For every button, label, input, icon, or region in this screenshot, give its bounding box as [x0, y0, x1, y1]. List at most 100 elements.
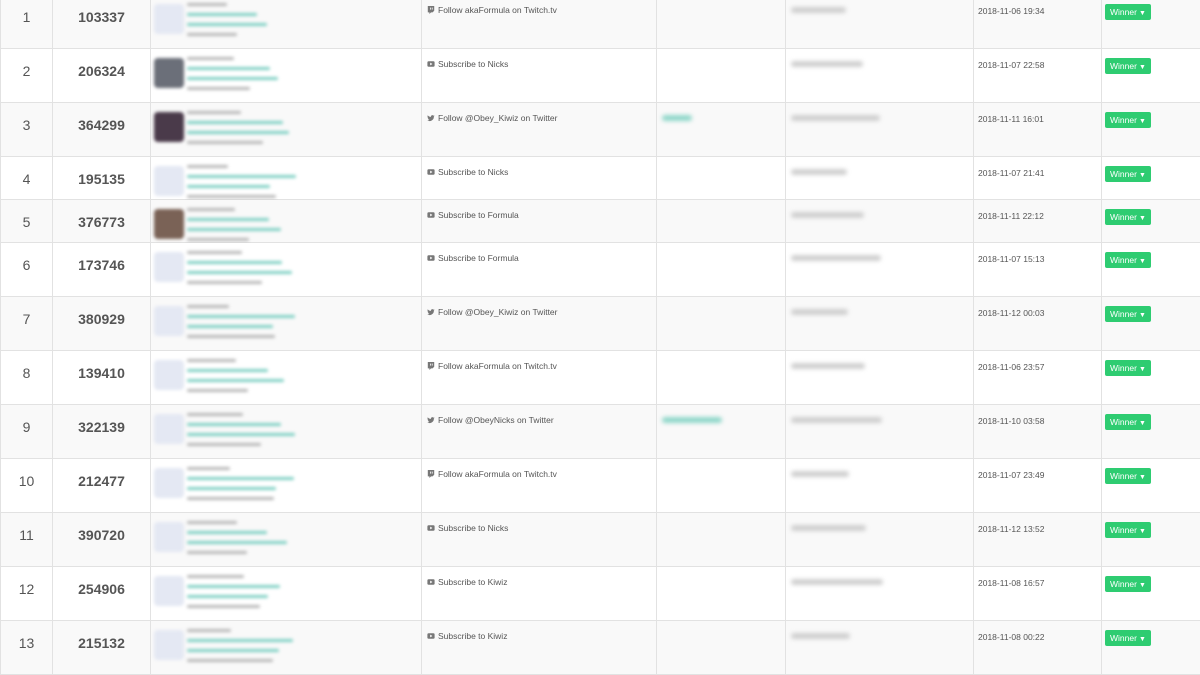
date-cell: 2018-11-07 15:13 [974, 243, 1102, 297]
location-cell [786, 243, 974, 297]
entry-date: 2018-11-07 21:41 [974, 157, 1101, 178]
winner-label: Winner [1110, 471, 1137, 481]
answer-cell [657, 405, 786, 459]
location-cell [786, 621, 974, 675]
status-cell: Winner▼ [1102, 157, 1200, 200]
avatar [154, 360, 184, 390]
entry-id-cell: 376773 [53, 200, 151, 243]
avatar [154, 58, 184, 88]
action-text: Subscribe to Nicks [438, 59, 508, 69]
status-cell: Winner▼ [1102, 103, 1200, 157]
user-cell [151, 405, 422, 459]
winner-label: Winner [1110, 633, 1137, 643]
entry-date: 2018-11-07 22:58 [974, 49, 1101, 70]
user-cell [151, 459, 422, 513]
rank-number: 10 [1, 459, 52, 489]
winner-label: Winner [1110, 115, 1137, 125]
redacted-user-info [187, 629, 293, 669]
user-cell [151, 103, 422, 157]
entry-date: 2018-11-11 16:01 [974, 103, 1101, 124]
entry-date: 2018-11-12 00:03 [974, 297, 1101, 318]
caret-down-icon: ▼ [1139, 582, 1146, 589]
redacted-user-info [187, 111, 289, 151]
winner-dropdown-button[interactable]: Winner▼ [1105, 58, 1151, 74]
status-cell: Winner▼ [1102, 243, 1200, 297]
action-text: Follow akaFormula on Twitch.tv [438, 5, 557, 15]
date-cell: 2018-11-06 23:57 [974, 351, 1102, 405]
rank-cell: 4 [1, 157, 53, 200]
rank-cell: 7 [1, 297, 53, 351]
youtube-icon [427, 578, 435, 586]
winner-label: Winner [1110, 525, 1137, 535]
winner-dropdown-button[interactable]: Winner▼ [1105, 414, 1151, 430]
caret-down-icon: ▼ [1139, 474, 1146, 481]
user-cell [151, 513, 422, 567]
action-cell: Subscribe to Nicks [422, 513, 657, 567]
twitch-icon [427, 6, 435, 14]
avatar [154, 209, 184, 239]
redacted-location [791, 417, 882, 423]
action-cell: Subscribe to Kiwiz [422, 621, 657, 675]
entry-id: 380929 [53, 297, 150, 327]
entry-date: 2018-11-06 23:57 [974, 351, 1101, 372]
rank-number: 3 [1, 103, 52, 133]
winner-dropdown-button[interactable]: Winner▼ [1105, 112, 1151, 128]
entry-id: 215132 [53, 621, 150, 651]
rank-number: 4 [1, 157, 52, 187]
location-cell [786, 459, 974, 513]
rank-number: 5 [1, 200, 52, 230]
twitch-icon [427, 470, 435, 478]
action-cell: Follow @ObeyNicks on Twitter [422, 405, 657, 459]
entry-id-cell: 103337 [53, 0, 151, 49]
rank-number: 2 [1, 49, 52, 79]
table-row: 6173746Subscribe to Formula2018-11-07 15… [1, 243, 1200, 297]
winner-dropdown-button[interactable]: Winner▼ [1105, 209, 1151, 225]
entry-id: 173746 [53, 243, 150, 273]
winner-dropdown-button[interactable]: Winner▼ [1105, 4, 1151, 20]
action-cell: Follow akaFormula on Twitch.tv [422, 0, 657, 49]
rank-cell: 3 [1, 103, 53, 157]
avatar [154, 576, 184, 606]
location-cell [786, 513, 974, 567]
rank-number: 1 [1, 0, 52, 25]
caret-down-icon: ▼ [1139, 366, 1146, 373]
youtube-icon [427, 254, 435, 262]
avatar [154, 306, 184, 336]
redacted-location [791, 309, 848, 315]
winner-dropdown-button[interactable]: Winner▼ [1105, 252, 1151, 268]
winner-dropdown-button[interactable]: Winner▼ [1105, 630, 1151, 646]
table-row: 2206324Subscribe to Nicks2018-11-07 22:5… [1, 49, 1200, 103]
winner-label: Winner [1110, 212, 1137, 222]
winner-dropdown-button[interactable]: Winner▼ [1105, 576, 1151, 592]
action-cell: Subscribe to Nicks [422, 157, 657, 200]
rank-cell: 1 [1, 0, 53, 49]
winner-dropdown-button[interactable]: Winner▼ [1105, 360, 1151, 376]
winner-dropdown-button[interactable]: Winner▼ [1105, 306, 1151, 322]
redacted-answer [662, 115, 692, 121]
redacted-user-info [187, 467, 294, 507]
caret-down-icon: ▼ [1139, 528, 1146, 535]
answer-cell [657, 157, 786, 200]
table-row: 4195135Subscribe to Nicks2018-11-07 21:4… [1, 157, 1200, 200]
status-cell: Winner▼ [1102, 405, 1200, 459]
entry-id: 364299 [53, 103, 150, 133]
entry-id: 390720 [53, 513, 150, 543]
winner-label: Winner [1110, 169, 1137, 179]
avatar [154, 4, 184, 34]
rank-number: 7 [1, 297, 52, 327]
entry-date: 2018-11-11 22:12 [974, 200, 1101, 221]
location-cell [786, 157, 974, 200]
rank-cell: 11 [1, 513, 53, 567]
action-text: Subscribe to Nicks [438, 167, 508, 177]
winner-dropdown-button[interactable]: Winner▼ [1105, 468, 1151, 484]
winner-dropdown-button[interactable]: Winner▼ [1105, 166, 1151, 182]
youtube-icon [427, 632, 435, 640]
action-cell: Subscribe to Formula [422, 243, 657, 297]
redacted-location [791, 633, 850, 639]
status-cell: Winner▼ [1102, 351, 1200, 405]
date-cell: 2018-11-06 19:34 [974, 0, 1102, 49]
user-cell [151, 621, 422, 675]
avatar [154, 414, 184, 444]
answer-cell [657, 0, 786, 49]
winner-dropdown-button[interactable]: Winner▼ [1105, 522, 1151, 538]
